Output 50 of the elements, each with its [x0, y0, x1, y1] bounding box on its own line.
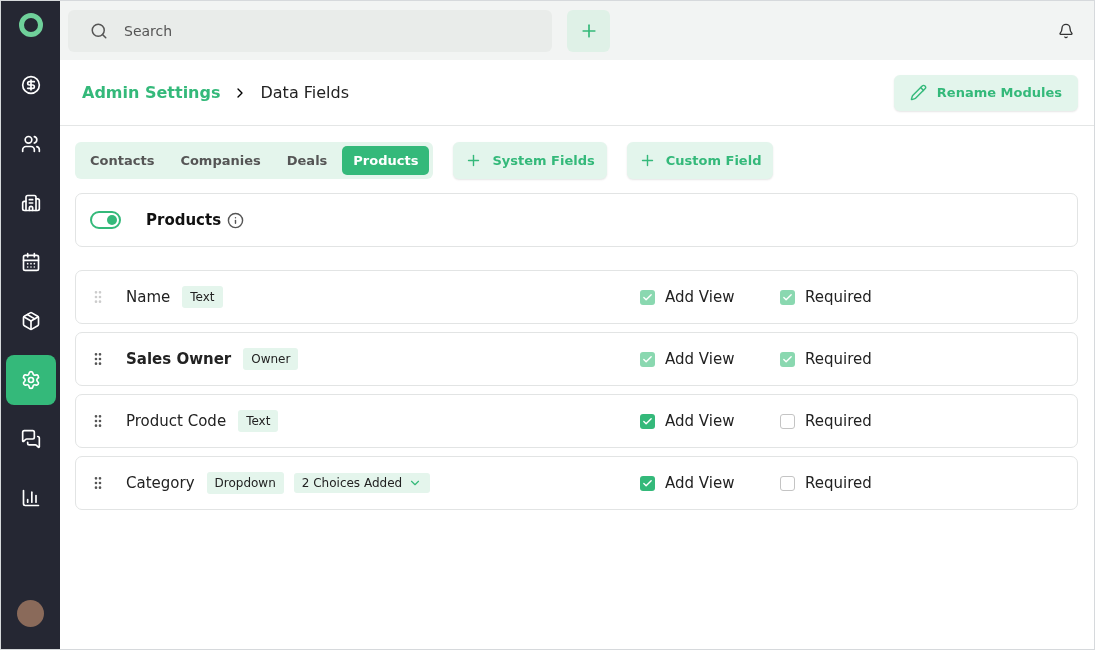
check-icon — [642, 415, 653, 427]
bell-icon — [1058, 22, 1074, 39]
checkbox-label: Add View — [665, 412, 735, 430]
dollar-coin-icon — [20, 75, 41, 95]
building-icon — [20, 193, 41, 213]
tab[interactable]: Companies — [169, 146, 272, 175]
checkbox-label: Add View — [665, 288, 735, 306]
checkbox-label: Required — [805, 474, 872, 492]
check-icon — [642, 477, 653, 489]
check-icon — [642, 353, 653, 365]
check-icon — [642, 291, 653, 303]
users-icon — [20, 134, 41, 154]
calendar-icon — [20, 252, 41, 272]
field-name: Product Code — [126, 412, 227, 430]
package-icon — [20, 311, 41, 331]
bar-chart-icon — [20, 488, 41, 508]
checkbox-label: Add View — [665, 474, 735, 492]
chat-icon — [20, 429, 41, 449]
field-type-tag: Owner — [243, 348, 299, 370]
breadcrumb-link[interactable]: Data Fields — [260, 83, 350, 102]
search-icon — [90, 21, 108, 40]
checkbox-label: Required — [805, 350, 872, 368]
checkbox[interactable] — [780, 413, 795, 429]
sidebar-item[interactable] — [5, 355, 56, 405]
avatar[interactable] — [17, 600, 44, 627]
field-name: Category — [126, 474, 195, 492]
field-type-tag: Text — [182, 286, 223, 308]
checkbox-label: Required — [805, 288, 872, 306]
choices-dropdown[interactable]: 2 Choices Added — [293, 473, 431, 493]
check-icon — [782, 291, 793, 303]
notifications-button[interactable] — [1058, 22, 1074, 39]
checkbox-label: Required — [805, 412, 872, 430]
tab[interactable]: Contacts — [79, 146, 166, 175]
logo-icon — [18, 13, 43, 37]
checkbox[interactable] — [780, 475, 795, 491]
info-icon — [227, 211, 245, 229]
field-name: Name — [126, 288, 171, 306]
checkbox-label: Add View — [665, 350, 735, 368]
checkbox[interactable] — [640, 475, 655, 491]
field-name: Sales Owner — [126, 350, 232, 368]
search-field[interactable]: Search — [68, 9, 552, 52]
pencil-icon — [909, 84, 927, 101]
toggle-switch[interactable] — [90, 211, 121, 229]
check-icon — [782, 353, 793, 365]
module-label: Products — [146, 211, 222, 229]
field-type-tag: Text — [238, 410, 279, 432]
tab[interactable]: Deals — [275, 146, 339, 175]
checkbox[interactable] — [640, 413, 655, 429]
field-type-tag: Dropdown — [206, 472, 284, 494]
settings-icon — [20, 370, 41, 390]
